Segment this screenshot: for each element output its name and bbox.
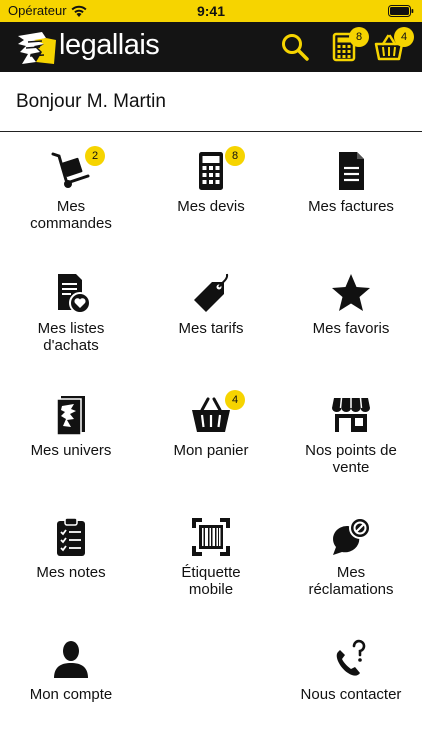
brand-name: legallais [59, 29, 160, 61]
tile-mes-favoris[interactable]: Mes favoris [281, 254, 421, 369]
tile-mes-reclamations[interactable]: Mes réclamations [281, 498, 421, 613]
barcode-icon [192, 518, 230, 556]
nav-bar: legallais 8 4 [0, 22, 422, 72]
tile-nos-points-de-vente[interactable]: Nos points de vente [281, 376, 421, 491]
orders-badge: 2 [85, 146, 105, 166]
tile-label: Mon compte [29, 686, 113, 703]
tile-mes-factures[interactable]: Mes factures [281, 132, 421, 247]
tile-label: Mes notes [36, 564, 106, 581]
legallais-logo-icon [18, 32, 56, 64]
status-bar: Opérateur 9:41 [0, 0, 422, 22]
quotes-badge: 8 [349, 27, 369, 47]
star-icon [332, 274, 370, 311]
greeting-text: Bonjour M. Martin [16, 91, 166, 112]
tile-label: Mes devis [177, 198, 245, 215]
tile-label: Nous contacter [300, 686, 402, 703]
complaint-icon [333, 517, 371, 555]
tile-label: Mes favoris [312, 320, 390, 337]
tile-label: Mes réclamations [308, 564, 394, 598]
tile-label: Mes univers [30, 442, 112, 459]
tile-mes-tarifs[interactable]: Mes tarifs [141, 254, 281, 369]
tile-nous-contacter[interactable]: Nous contacter [281, 620, 421, 735]
price-tag-icon [194, 273, 229, 312]
tile-mes-listes-achats[interactable]: Mes listes d'achats [1, 254, 141, 369]
catalog-icon [56, 396, 85, 436]
tile-label: Mon panier [173, 442, 249, 459]
list-heart-icon [58, 274, 91, 314]
tile-mon-compte[interactable]: Mon compte [1, 620, 141, 735]
invoice-icon [339, 152, 364, 190]
tile-label: Nos points de vente [305, 442, 397, 476]
clipboard-icon [57, 517, 85, 556]
tile-label: Étiquette mobile [181, 564, 241, 598]
tile-label: Mes commandes [30, 198, 112, 232]
tile-label: Mes listes d'achats [37, 320, 105, 354]
tile-label: Mes tarifs [178, 320, 244, 337]
quotes-tile-badge: 8 [225, 146, 245, 166]
search-icon[interactable] [280, 32, 310, 62]
tile-mes-devis[interactable]: 8 Mes devis [141, 132, 281, 247]
tile-label: Mes factures [308, 198, 394, 215]
user-icon [54, 641, 88, 678]
phone-question-icon [336, 639, 366, 676]
store-icon [332, 397, 370, 432]
basket-tile-badge: 4 [225, 390, 245, 410]
status-time: 9:41 [196, 3, 226, 19]
cart-badge: 4 [394, 27, 414, 47]
tile-etiquette-mobile[interactable]: Étiquette mobile [141, 498, 281, 613]
tile-mes-univers[interactable]: Mes univers [1, 376, 141, 491]
tile-mes-commandes[interactable]: 2 Mes commandes [1, 132, 141, 247]
tile-mon-panier[interactable]: 4 Mon panier [141, 376, 281, 491]
battery-icon [388, 5, 414, 17]
tile-mes-notes[interactable]: Mes notes [1, 498, 141, 613]
